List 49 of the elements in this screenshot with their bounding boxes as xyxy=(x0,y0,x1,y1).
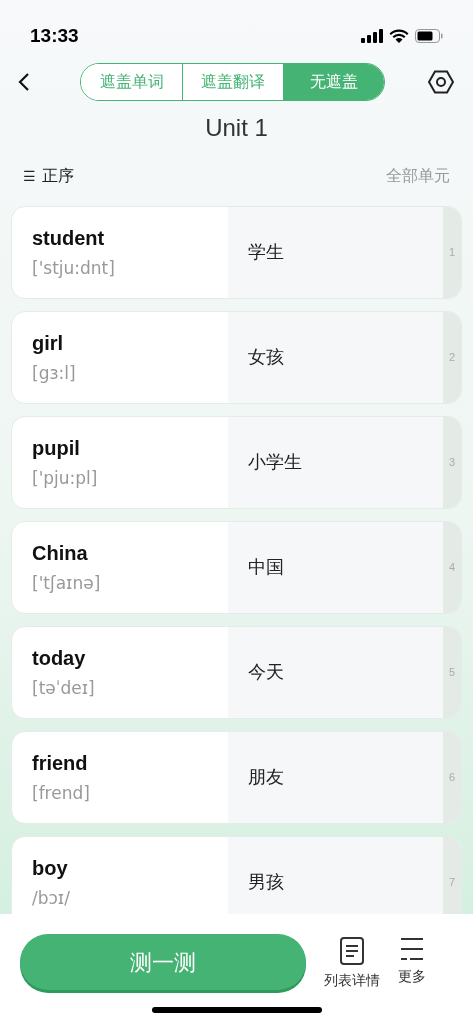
battery-icon xyxy=(415,29,443,43)
word-card[interactable]: girl [gɜ:l] 女孩 2 xyxy=(11,311,462,404)
translation: 女孩 xyxy=(248,346,284,369)
phonetic: ['stju:dnt] xyxy=(32,257,116,281)
index-number: 7 xyxy=(448,875,456,891)
word: friend xyxy=(32,751,89,777)
phonetic: [frend] xyxy=(32,782,91,806)
translation: 中国 xyxy=(248,556,284,579)
phonetic: [təˈdeɪ] xyxy=(32,677,96,701)
phonetic: ['tʃaɪnə] xyxy=(32,572,102,596)
wifi-icon xyxy=(389,29,409,43)
phonetic: [gɜ:l] xyxy=(32,362,77,386)
translation: 朋友 xyxy=(248,766,284,789)
word-card[interactable]: China ['tʃaɪnə] 中国 4 xyxy=(11,521,462,614)
word-card[interactable]: student ['stju:dnt] 学生 1 xyxy=(11,206,462,299)
translation: 小学生 xyxy=(248,451,302,474)
word: girl xyxy=(32,331,65,357)
back-icon xyxy=(18,72,30,92)
index-number: 1 xyxy=(448,245,456,261)
index-number: 6 xyxy=(448,770,456,786)
phonetic: ['pju:pl] xyxy=(32,467,99,491)
index-number: 2 xyxy=(448,350,456,366)
menu-icon xyxy=(399,936,425,962)
word-card[interactable]: pupil ['pju:pl] 小学生 3 xyxy=(11,416,462,509)
word: pupil xyxy=(32,436,81,462)
word: student xyxy=(32,226,106,252)
word-card[interactable]: boy /bɔɪ/ 男孩 7 xyxy=(11,836,462,914)
sort-button[interactable]: ☰ 正序 xyxy=(23,164,74,188)
status-time: 13:33 xyxy=(30,23,79,48)
word: today xyxy=(32,646,87,672)
toolbar-button[interactable]: 更多 xyxy=(398,934,426,987)
phonetic: /bɔɪ/ xyxy=(32,887,71,911)
translation: 今天 xyxy=(248,661,284,684)
settings-button[interactable] xyxy=(427,68,455,96)
word: China xyxy=(32,541,89,567)
word-card[interactable]: today [təˈdeɪ] 今天 5 xyxy=(11,626,462,719)
unit-title: Unit 1 xyxy=(205,113,268,143)
signal-icon xyxy=(361,29,383,43)
translation: 男孩 xyxy=(248,871,284,894)
index-number: 4 xyxy=(448,560,456,576)
word: boy xyxy=(32,856,69,882)
toolbar-button[interactable]: 列表详情 xyxy=(324,934,380,991)
sort-icon: ☰ xyxy=(23,165,36,187)
translation: 学生 xyxy=(248,241,284,264)
word-card[interactable]: friend [frend] 朋友 6 xyxy=(11,731,462,824)
settings-icon xyxy=(428,69,454,95)
index-number: 3 xyxy=(448,455,456,471)
document-icon xyxy=(339,936,365,966)
index-number: 5 xyxy=(448,665,456,681)
